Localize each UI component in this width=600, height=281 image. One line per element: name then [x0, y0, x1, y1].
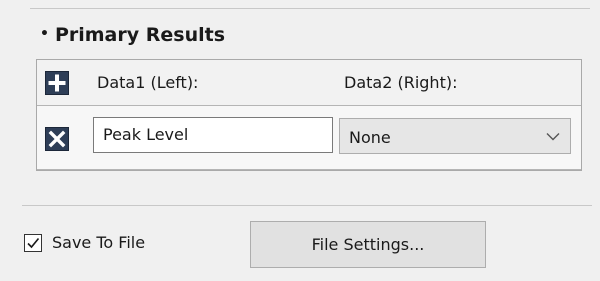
- chevron-down-icon: [546, 133, 560, 141]
- data2-select[interactable]: None: [339, 118, 571, 154]
- plus-icon: [48, 74, 66, 92]
- section-title: • Primary Results: [40, 24, 225, 46]
- file-settings-button[interactable]: File Settings...: [250, 221, 486, 268]
- table-row: Peak Level None: [37, 105, 581, 170]
- check-icon: [27, 237, 40, 249]
- results-grid: Data1 (Left): Data2 (Right): Peak Level …: [36, 59, 582, 171]
- data1-input[interactable]: Peak Level: [93, 117, 333, 153]
- x-icon: [48, 130, 66, 148]
- section-bullet: •: [40, 26, 49, 42]
- add-row-button[interactable]: [45, 71, 69, 95]
- top-divider: [30, 8, 590, 9]
- grid-header-row: Data1 (Left): Data2 (Right):: [37, 60, 581, 106]
- save-to-file-checkbox[interactable]: [24, 234, 42, 252]
- data1-header: Data1 (Left):: [97, 73, 199, 92]
- save-to-file-label[interactable]: Save To File: [52, 233, 145, 252]
- section-divider: [22, 205, 592, 206]
- data1-input-value: Peak Level: [103, 125, 189, 144]
- data2-select-value: None: [349, 128, 391, 147]
- remove-row-button[interactable]: [45, 127, 69, 151]
- section-title-text: Primary Results: [54, 24, 226, 46]
- data2-header: Data2 (Right):: [344, 73, 458, 92]
